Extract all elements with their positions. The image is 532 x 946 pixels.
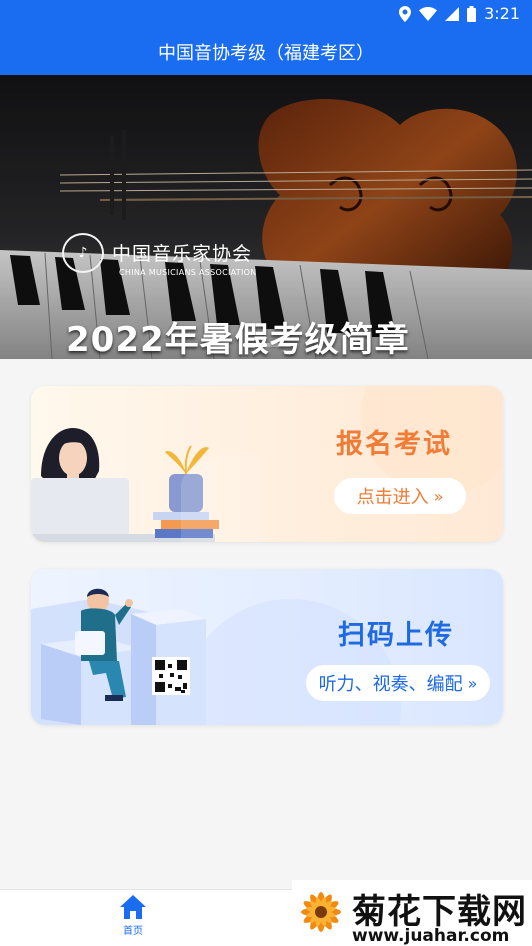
double-chevron-right-icon: » [433, 486, 444, 506]
signal-icon [445, 6, 460, 21]
page-title: 中国音协考级（福建考区） [158, 42, 374, 64]
signup-illustration [31, 386, 503, 542]
flower-logo-icon [301, 892, 341, 932]
carousel-indicator [243, 343, 291, 347]
carousel-indicator-active [243, 343, 267, 347]
signup-enter-label: 点击进入 [356, 487, 429, 508]
tab-home[interactable]: 首页 [112, 894, 154, 942]
site-watermark: 菊花下载网 www.juahar.com [292, 880, 532, 946]
association-logo: ♪ [62, 233, 104, 273]
banner-org-name-en: CHINA MUSICIANS ASSOCIATION [119, 268, 257, 277]
status-bar: 3:21 [0, 0, 532, 28]
upload-enter-label: 听力、视奏、编配 [318, 674, 463, 695]
upload-card-title: 扫码上传 [338, 620, 454, 651]
status-icons: 3:21 [399, 4, 520, 23]
double-chevron-right-icon: » [467, 673, 478, 693]
signup-exam-card[interactable]: 报名考试 点击进入 » [31, 386, 503, 542]
tab-home-label: 首页 [123, 926, 143, 937]
signup-enter-button[interactable]: 点击进入 » [334, 478, 466, 514]
wifi-icon [419, 6, 438, 21]
banner-title: 2022年暑假考级简章 [66, 320, 410, 359]
banner-org-name: 中国音乐家协会 [112, 243, 253, 265]
watermark-url: www.juahar.com [352, 926, 510, 946]
scan-upload-card[interactable]: 扫码上传 听力、视奏、编配 » [31, 569, 503, 725]
battery-icon [467, 5, 477, 22]
banner-carousel[interactable]: ♪ 中国音乐家协会 CHINA MUSICIANS ASSOCIATION 20… [0, 75, 532, 359]
home-icon [120, 895, 146, 919]
app-bar: 中国音协考级（福建考区） [0, 28, 532, 75]
signup-card-title: 报名考试 [336, 429, 452, 460]
location-icon [399, 5, 412, 22]
upload-enter-button[interactable]: 听力、视奏、编配 » [306, 665, 490, 701]
status-time: 3:21 [484, 4, 520, 23]
